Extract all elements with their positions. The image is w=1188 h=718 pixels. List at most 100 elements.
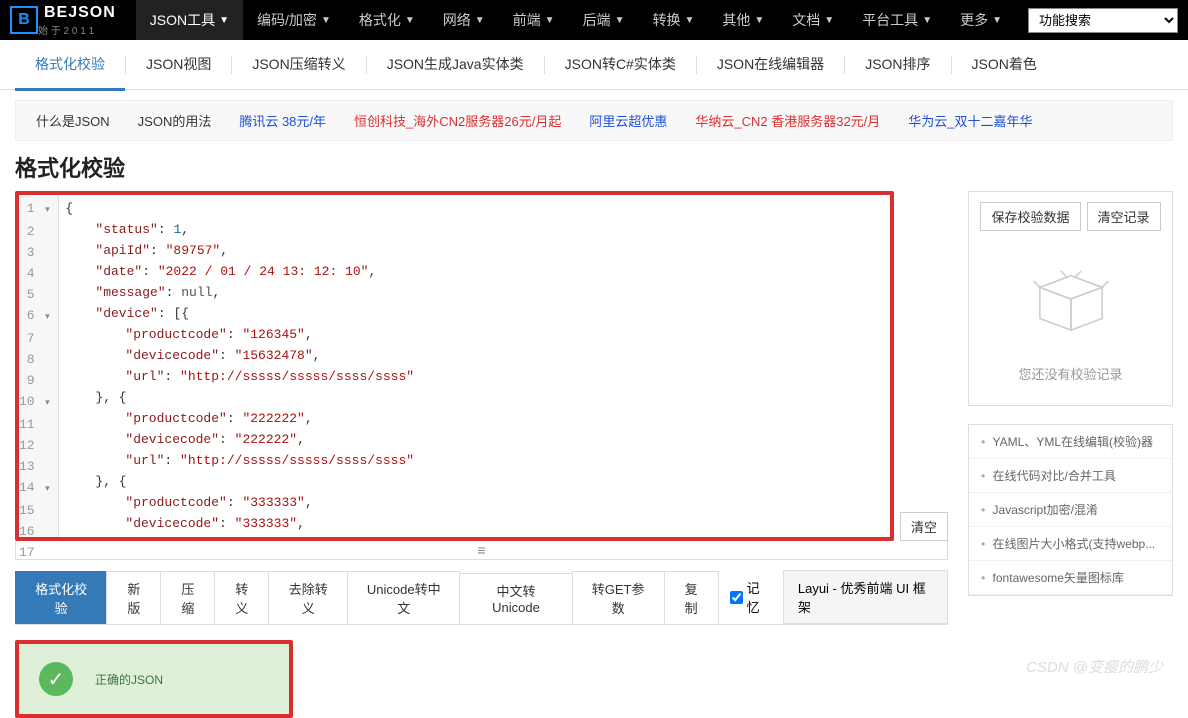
- line-number: 5: [19, 284, 52, 305]
- caret-down-icon: ▼: [824, 15, 834, 26]
- editor-column: 1 ▾2 3 4 5 6 ▾7 8 9 10 ▾11 12 13 14 ▾15 …: [15, 191, 948, 718]
- fold-icon[interactable]: ▾: [42, 307, 52, 328]
- side-link-1[interactable]: 在线代码对比/合并工具: [969, 459, 1172, 493]
- clear-history-button[interactable]: 清空记录: [1087, 202, 1161, 231]
- line-number: 15: [19, 500, 52, 521]
- nav-item-8[interactable]: 文档 ▼: [778, 0, 848, 40]
- fold-icon[interactable]: ▾: [42, 200, 52, 221]
- page-title: 格式化校验: [0, 151, 1188, 191]
- editor-gutter: 1 ▾2 3 4 5 6 ▾7 8 9 10 ▾11 12 13 14 ▾15 …: [19, 195, 59, 537]
- layui-promo[interactable]: Layui - 优秀前端 UI 框架: [783, 570, 948, 624]
- promo-link-2[interactable]: 腾讯云 38元/年: [239, 111, 326, 130]
- sub-tab-5[interactable]: JSON在线编辑器: [697, 40, 844, 91]
- line-number: 7: [19, 328, 52, 349]
- empty-box-icon: [1031, 264, 1111, 334]
- search-box: 功能搜索: [1028, 8, 1178, 33]
- nav-item-5[interactable]: 后端 ▼: [569, 0, 639, 40]
- nav-item-10[interactable]: 更多 ▼: [946, 0, 1016, 40]
- action-tab-5[interactable]: Unicode转中文: [347, 571, 460, 624]
- line-number: 3: [19, 242, 52, 263]
- nav-item-9[interactable]: 平台工具 ▼: [848, 0, 946, 40]
- fold-icon[interactable]: ▾: [42, 393, 52, 414]
- promo-link-4[interactable]: 阿里云超优惠: [589, 111, 667, 130]
- line-number: 10 ▾: [19, 391, 52, 414]
- line-number: 14 ▾: [19, 477, 52, 500]
- logo-text: BEJSON: [44, 4, 116, 22]
- sub-tab-4[interactable]: JSON转C#实体类: [545, 40, 696, 91]
- action-tab-6[interactable]: 中文转Unicode: [459, 573, 572, 622]
- top-nav-items: JSON工具 ▼编码/加密 ▼格式化 ▼网络 ▼前端 ▼后端 ▼转换 ▼其他 ▼…: [136, 0, 1016, 40]
- promo-link-5[interactable]: 华纳云_CN2 香港服务器32元/月: [695, 111, 880, 130]
- nav-item-4[interactable]: 前端 ▼: [499, 0, 569, 40]
- caret-down-icon: ▼: [475, 15, 485, 26]
- caret-down-icon: ▼: [615, 15, 625, 26]
- sub-tab-1[interactable]: JSON视图: [126, 40, 231, 91]
- caret-down-icon: ▼: [684, 15, 694, 26]
- line-number: 4: [19, 263, 52, 284]
- clear-editor-button[interactable]: 清空: [900, 512, 948, 541]
- fold-icon[interactable]: ▾: [42, 479, 52, 500]
- caret-down-icon: ▼: [219, 15, 229, 26]
- side-link-3[interactable]: 在线图片大小格式(支持webp...: [969, 527, 1172, 561]
- promo-link-1[interactable]: JSON的用法: [138, 111, 212, 130]
- nav-item-3[interactable]: 网络 ▼: [429, 0, 499, 40]
- resize-handle[interactable]: ≡: [15, 541, 948, 560]
- line-number: 12: [19, 435, 52, 456]
- side-link-4[interactable]: fontawesome矢量图标库: [969, 561, 1172, 595]
- validation-result: ✓ 正确的JSON: [15, 640, 293, 718]
- sub-tab-7[interactable]: JSON着色: [952, 40, 1057, 91]
- related-links: YAML、YML在线编辑(校验)器在线代码对比/合并工具Javascript加密…: [968, 424, 1173, 596]
- save-history-button[interactable]: 保存校验数据: [980, 202, 1080, 231]
- sub-tab-0[interactable]: 格式化校验: [15, 40, 125, 91]
- line-number: 6 ▾: [19, 305, 52, 328]
- caret-down-icon: ▼: [545, 15, 555, 26]
- line-number: 9: [19, 370, 52, 391]
- side-link-0[interactable]: YAML、YML在线编辑(校验)器: [969, 425, 1172, 459]
- action-tab-1[interactable]: 新版: [106, 571, 161, 624]
- caret-down-icon: ▼: [992, 15, 1002, 26]
- search-select[interactable]: 功能搜索: [1028, 8, 1178, 33]
- main-row: 1 ▾2 3 4 5 6 ▾7 8 9 10 ▾11 12 13 14 ▾15 …: [0, 191, 1188, 718]
- sidebar: 保存校验数据 清空记录 您还没有校验记录 YAML、YML在线编辑(校验)器在线…: [968, 191, 1173, 718]
- action-tab-2[interactable]: 压缩: [160, 571, 215, 624]
- promo-link-bar: 什么是JSON JSON的用法 腾讯云 38元/年 恒创科技_海外CN2服务器26元/…: [15, 100, 1173, 141]
- promo-link-0[interactable]: 什么是JSON: [36, 111, 110, 130]
- logo[interactable]: B BEJSON 始 于 2 0 1 1: [10, 4, 116, 37]
- promo-link-3[interactable]: 恒创科技_海外CN2服务器26元/月起: [354, 111, 561, 130]
- action-tab-8[interactable]: 复制: [664, 571, 719, 624]
- line-number: 13: [19, 456, 52, 477]
- nav-item-1[interactable]: 编码/加密 ▼: [243, 0, 345, 40]
- sub-tab-2[interactable]: JSON压缩转义: [232, 40, 365, 91]
- watermark: CSDN @变瘦的鹏少: [1026, 656, 1163, 677]
- nav-item-0[interactable]: JSON工具 ▼: [136, 0, 243, 40]
- history-panel: 保存校验数据 清空记录 您还没有校验记录: [968, 191, 1173, 406]
- line-number: 1 ▾: [19, 198, 52, 221]
- line-number: 2: [19, 221, 52, 242]
- line-number: 17: [19, 542, 52, 563]
- remember-input[interactable]: [730, 591, 743, 604]
- json-editor[interactable]: 1 ▾2 3 4 5 6 ▾7 8 9 10 ▾11 12 13 14 ▾15 …: [15, 191, 894, 541]
- caret-down-icon: ▼: [922, 15, 932, 26]
- action-tab-7[interactable]: 转GET参数: [572, 571, 665, 624]
- nav-item-6[interactable]: 转换 ▼: [638, 0, 708, 40]
- side-link-2[interactable]: Javascript加密/混淆: [969, 493, 1172, 527]
- action-tab-3[interactable]: 转义: [214, 571, 269, 624]
- caret-down-icon: ▼: [405, 15, 415, 26]
- top-nav: B BEJSON 始 于 2 0 1 1 JSON工具 ▼编码/加密 ▼格式化 …: [0, 0, 1188, 40]
- nav-item-2[interactable]: 格式化 ▼: [345, 0, 429, 40]
- action-tab-0[interactable]: 格式化校验: [15, 571, 107, 624]
- promo-link-6[interactable]: 华为云_双十二嘉年华: [908, 111, 1032, 130]
- empty-text: 您还没有校验记录: [979, 364, 1162, 383]
- action-tab-4[interactable]: 去除转义: [268, 571, 348, 624]
- sub-tab-6[interactable]: JSON排序: [845, 40, 950, 91]
- remember-checkbox[interactable]: 记忆: [730, 578, 771, 616]
- line-number: 16: [19, 521, 52, 542]
- sub-tab-3[interactable]: JSON生成Java实体类: [367, 40, 544, 91]
- result-text: 正确的JSON: [95, 671, 163, 688]
- action-tabs: 格式化校验新版压缩转义去除转义Unicode转中文中文转Unicode转GET参…: [15, 570, 948, 625]
- editor-code[interactable]: {"status": 1,"apiId": "89757","date": "2…: [59, 195, 890, 537]
- check-icon: ✓: [39, 662, 73, 696]
- sub-nav: 格式化校验JSON视图JSON压缩转义JSON生成Java实体类JSON转C#实…: [0, 40, 1188, 90]
- caret-down-icon: ▼: [321, 15, 331, 26]
- nav-item-7[interactable]: 其他 ▼: [708, 0, 778, 40]
